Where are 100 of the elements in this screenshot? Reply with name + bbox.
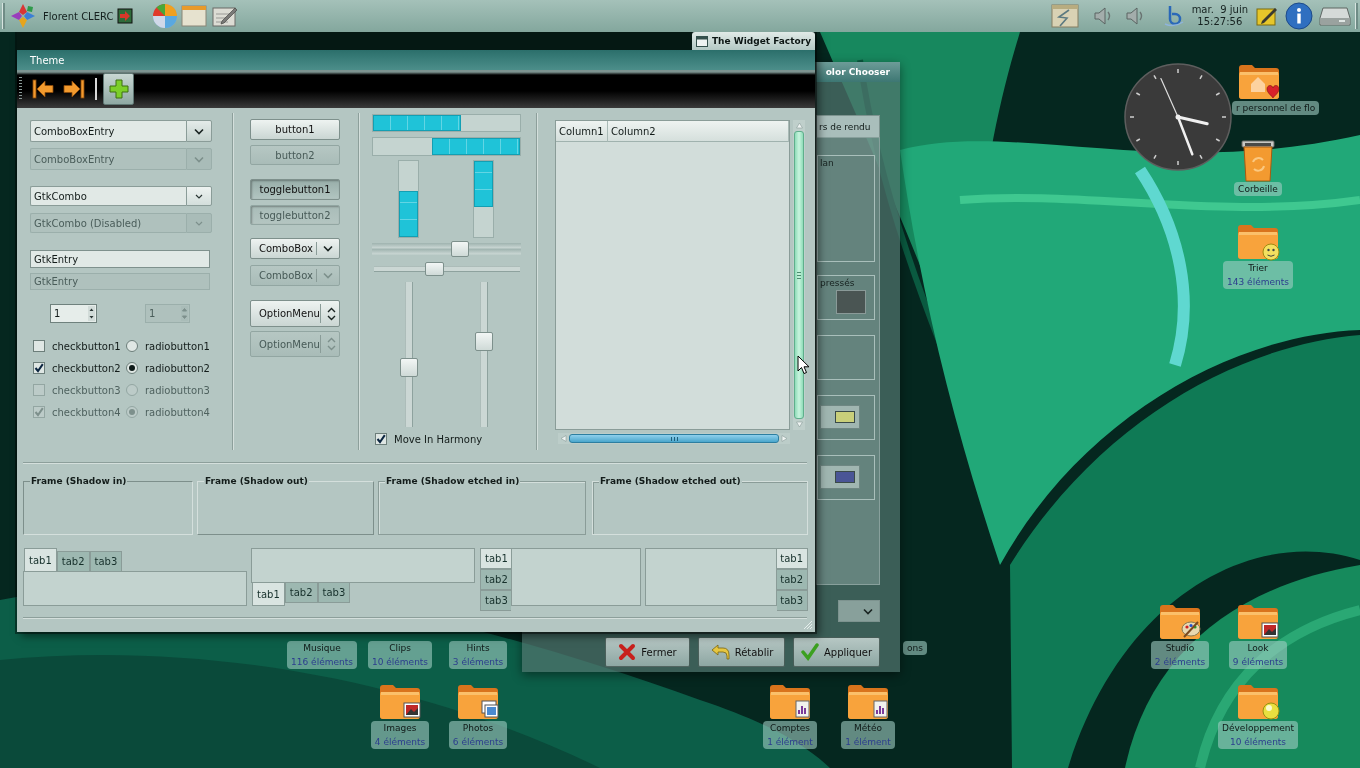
panel-handle[interactable] <box>2 3 5 29</box>
tab[interactable]: tab2 <box>777 569 808 590</box>
undo-arrow-icon <box>709 643 730 661</box>
tab[interactable]: tab3 <box>89 551 123 571</box>
horizontal-scrollbar[interactable] <box>558 433 790 444</box>
item-count: 10 éléments <box>371 656 429 669</box>
scroll-up-icon[interactable] <box>795 122 803 129</box>
title-bar[interactable]: olor Chooser <box>816 62 900 82</box>
spin-field[interactable]: 1 <box>50 304 97 323</box>
icon-label[interactable]: Clips <box>389 641 411 655</box>
close-icon <box>618 643 637 661</box>
tab[interactable]: tab1 <box>480 548 511 569</box>
date-label[interactable]: mar. 9 juin <box>1191 4 1248 16</box>
column-header[interactable]: Column1 <box>556 121 608 142</box>
tab[interactable]: tab1 <box>24 548 57 571</box>
hard-drive-icon[interactable] <box>1319 4 1351 28</box>
scroll-down-icon[interactable] <box>795 421 803 428</box>
radio-button[interactable] <box>126 340 138 352</box>
option-menu[interactable]: OptionMenu <box>250 300 340 327</box>
info-icon[interactable] <box>1285 2 1313 30</box>
combo-box[interactable]: ComboBox <box>250 238 340 259</box>
frame-label: Frame (Shadow etched in) <box>385 475 521 487</box>
dialog-button[interactable]: Appliquer <box>793 637 880 667</box>
tab[interactable]: tab2 <box>480 569 511 590</box>
resize-grip-icon[interactable] <box>803 620 813 630</box>
combo-entry-field[interactable]: ComboBoxEntry <box>30 120 186 142</box>
caret-icon <box>863 607 873 615</box>
icon-label[interactable]: ons <box>907 641 923 655</box>
column-header[interactable]: Column2 <box>608 121 789 142</box>
slider-thumb[interactable] <box>475 332 493 352</box>
window-title: The Widget Factory <box>711 36 811 46</box>
scroll-left-icon[interactable] <box>560 435 567 442</box>
icon-label[interactable]: Trier <box>1248 261 1268 275</box>
tab[interactable]: tab3 <box>777 590 808 611</box>
scroll-right-icon[interactable] <box>781 435 788 442</box>
slider-thumb[interactable] <box>400 357 418 377</box>
checkbox[interactable] <box>375 433 387 445</box>
scrollbar-thumb[interactable] <box>794 131 804 419</box>
icon-label[interactable]: Comptes <box>769 721 810 735</box>
icon-label[interactable]: Photos <box>462 721 494 735</box>
icon-label[interactable]: Studio <box>1165 641 1195 655</box>
icon-label[interactable]: Images <box>383 721 417 735</box>
slider-track[interactable] <box>372 241 521 257</box>
spin-arrows-icon[interactable] <box>88 306 95 321</box>
title-bar[interactable]: The Widget Factory <box>691 32 815 50</box>
notepad-icon[interactable] <box>212 5 239 27</box>
window-icon[interactable] <box>181 5 208 27</box>
item-count: 6 éléments <box>452 736 504 749</box>
colored-star-icon[interactable] <box>10 3 36 29</box>
item-count: 1 élément <box>845 736 891 749</box>
icon-label[interactable]: Développement <box>1222 721 1294 735</box>
checkbox[interactable] <box>33 340 45 352</box>
text-field[interactable]: GtkEntry <box>30 250 210 268</box>
tab[interactable]: tab2 <box>56 551 90 571</box>
frame-label: Frame (Shadow etched out) <box>599 475 742 487</box>
item-count: 1 élément <box>767 736 813 749</box>
push-button[interactable]: button1 <box>250 119 340 140</box>
checkmark-icon <box>34 407 44 417</box>
combo-field[interactable]: GtkCombo <box>30 186 186 206</box>
tab[interactable]: rs de rendu <box>816 115 880 137</box>
icon-label[interactable]: Hints <box>466 641 490 655</box>
caret-icon <box>195 193 203 199</box>
scrollbar-thumb[interactable] <box>569 434 779 443</box>
vertical-scrollbar[interactable] <box>793 120 805 430</box>
icon-label[interactable]: r personnel de flo <box>1236 101 1316 115</box>
item-count: 2 éléments <box>1154 656 1206 669</box>
menu-item[interactable]: Theme <box>25 52 70 68</box>
toggle-button[interactable]: togglebutton1 <box>250 179 340 200</box>
add-button[interactable] <box>103 73 134 105</box>
tab[interactable]: tab2 <box>284 583 318 603</box>
color-button[interactable] <box>820 405 860 429</box>
icon-label[interactable]: Corbeille <box>1238 182 1278 196</box>
icon-label[interactable]: Météo <box>854 721 882 735</box>
grip-icon[interactable] <box>19 77 22 101</box>
slider-thumb[interactable] <box>450 241 469 257</box>
slider-thumb[interactable] <box>424 262 444 276</box>
icon-label[interactable]: Look <box>1247 641 1269 655</box>
user-name[interactable]: Florent CLERC <box>43 10 114 22</box>
frame-label: pressés <box>820 278 855 288</box>
note-pencil-icon[interactable] <box>1256 5 1278 27</box>
radio-button[interactable] <box>126 362 138 374</box>
skip-forward-icon <box>61 77 86 101</box>
item-count: 143 éléments <box>1227 276 1289 289</box>
dropdown-button[interactable] <box>186 120 212 142</box>
caret-icon <box>194 127 204 135</box>
color-button[interactable] <box>820 465 860 489</box>
dialog-button[interactable]: Fermer <box>605 637 690 667</box>
color-wheel-icon[interactable] <box>152 3 179 29</box>
dialog-button[interactable]: Rétablir <box>698 637 785 667</box>
tab[interactable]: tab3 <box>317 583 351 603</box>
panel-handle[interactable] <box>1355 3 1358 29</box>
item-count: 9 éléments <box>1232 656 1284 669</box>
window-zigzag-icon[interactable] <box>1050 4 1079 28</box>
checkbox[interactable] <box>33 362 45 374</box>
tab[interactable]: tab1 <box>777 548 808 569</box>
exit-arrow-icon[interactable] <box>117 8 134 24</box>
tab[interactable]: tab1 <box>252 583 285 606</box>
time-label[interactable]: 15:27:56 <box>1197 16 1243 28</box>
tab[interactable]: tab3 <box>480 590 511 611</box>
icon-label[interactable]: Musique <box>303 641 341 655</box>
